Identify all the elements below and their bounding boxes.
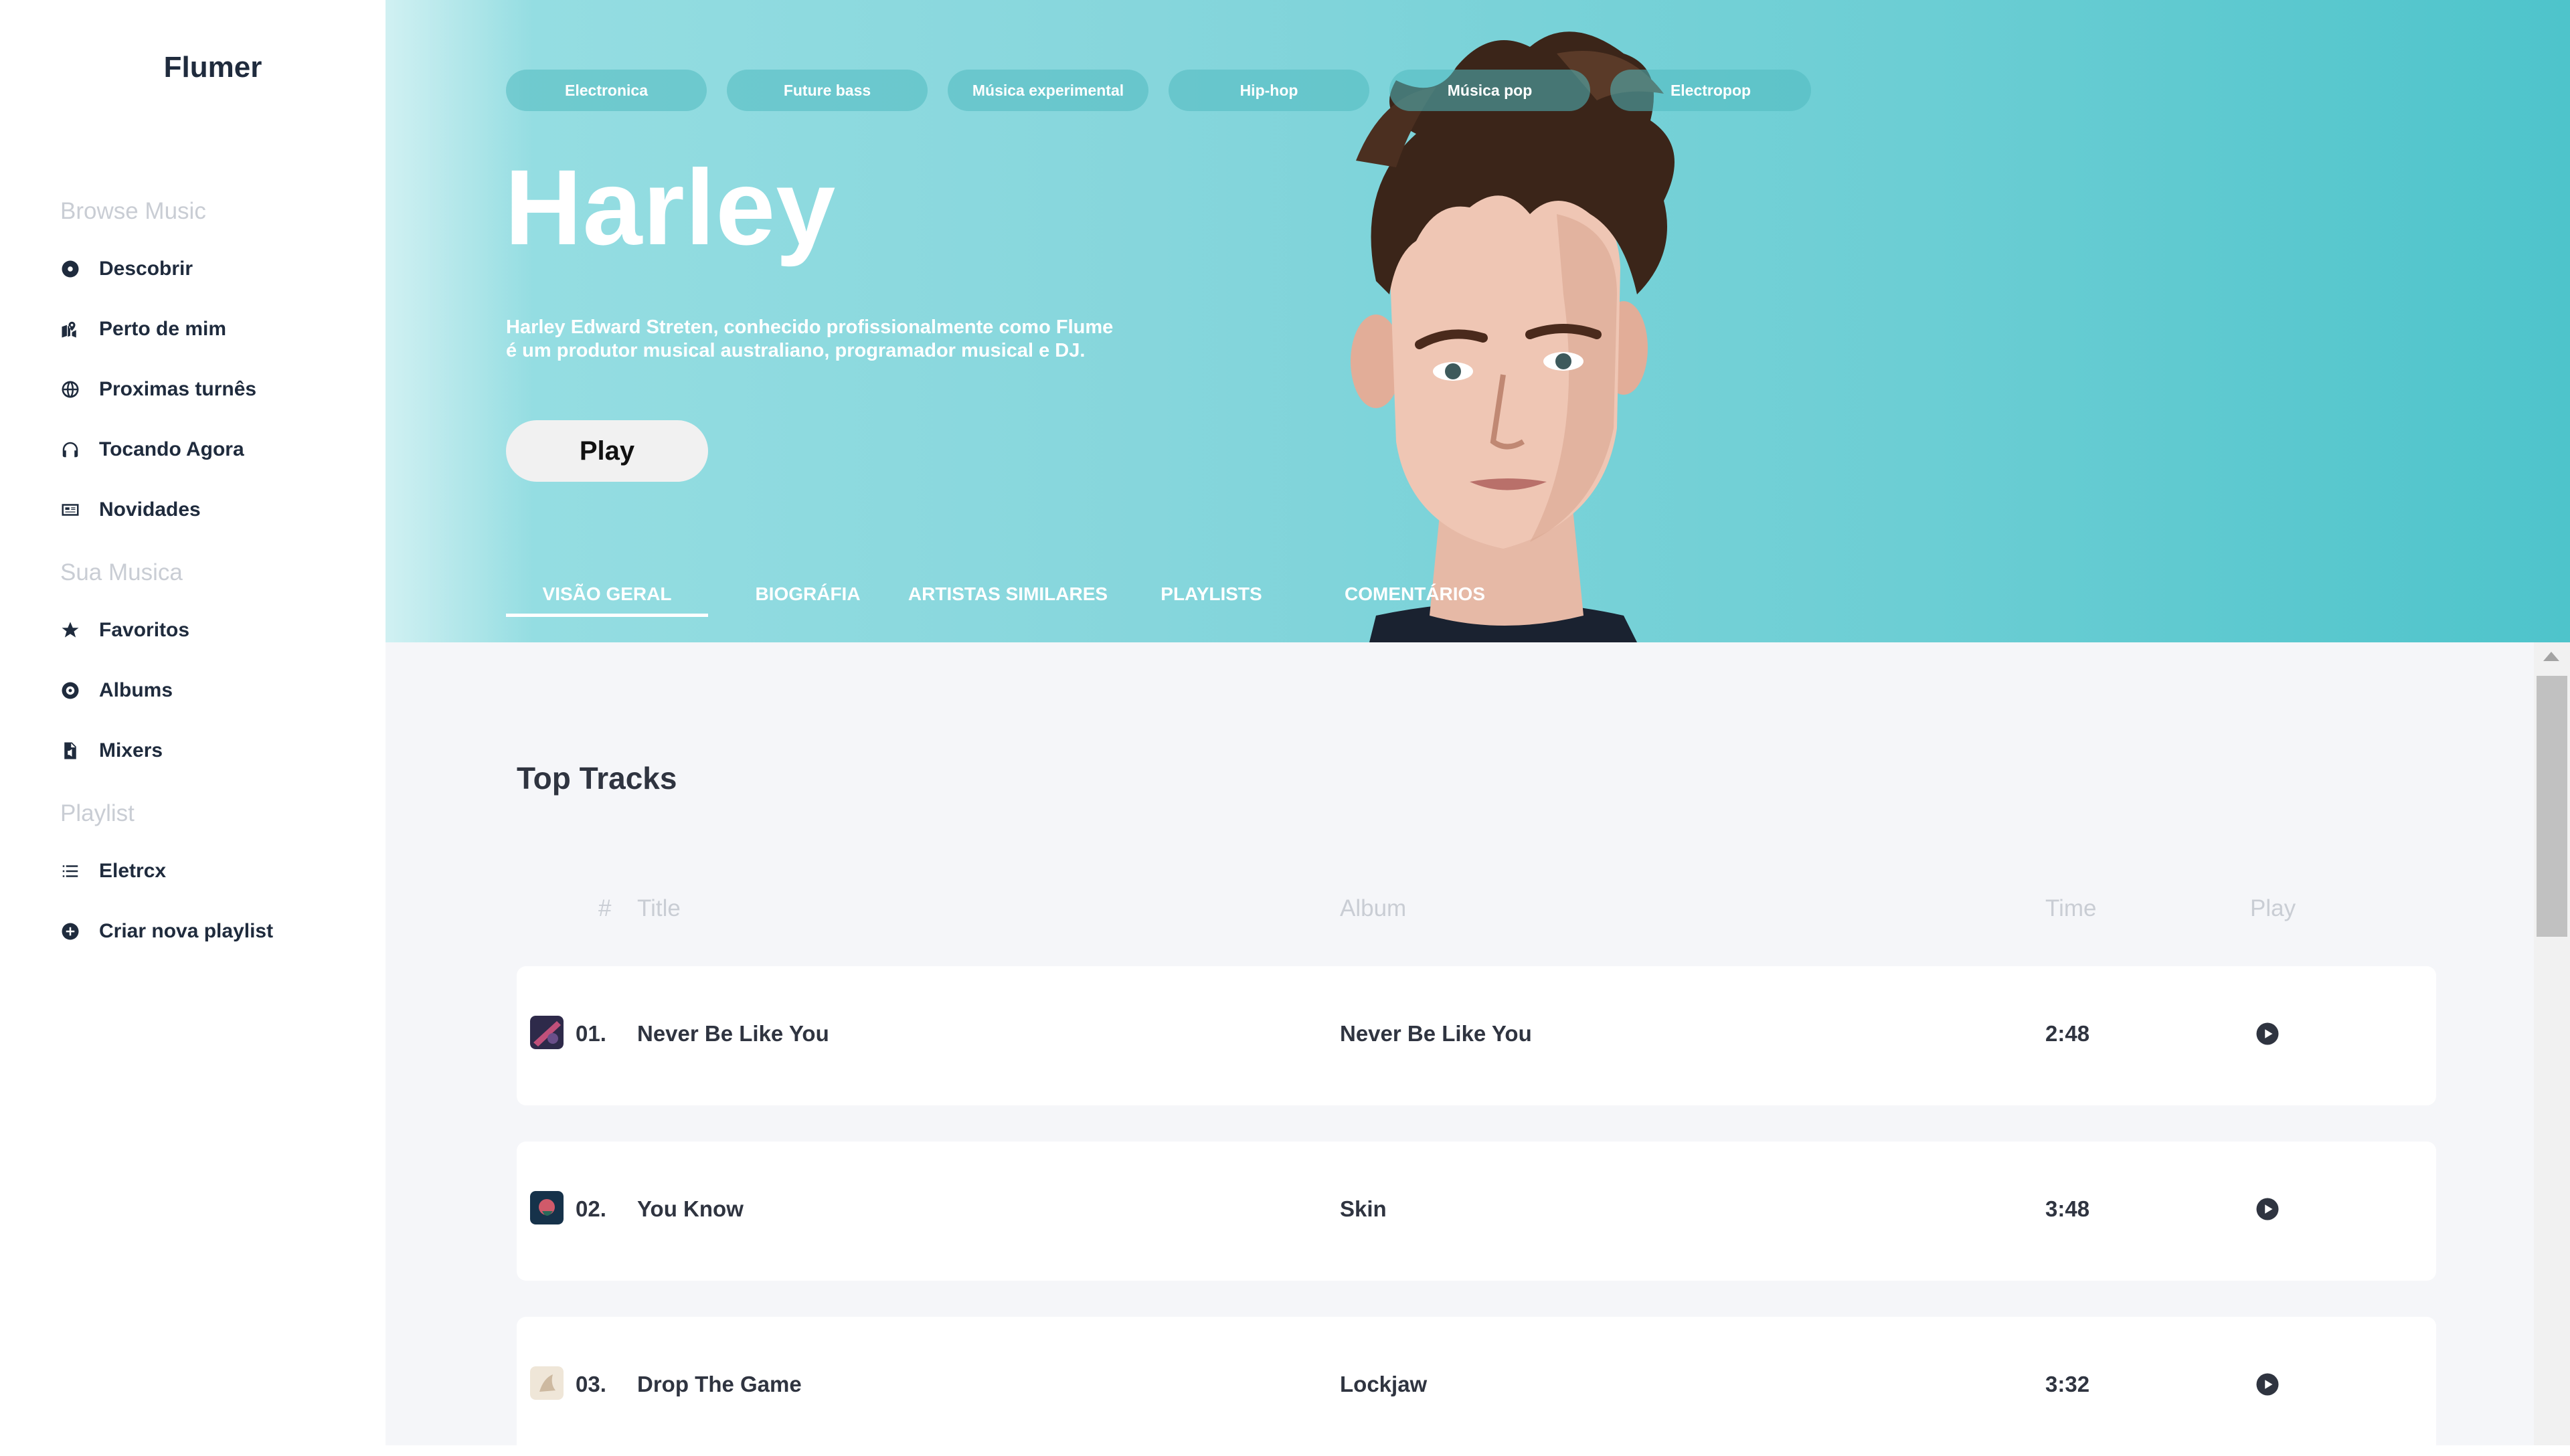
play-circle-icon[interactable] — [2255, 1372, 2280, 1396]
nav-label: Criar nova playlist — [99, 920, 274, 942]
nav-item-novidades[interactable]: Novidades — [60, 490, 201, 530]
track-album[interactable]: Never Be Like You — [1340, 1021, 1532, 1046]
nav-item-descobrir[interactable]: Descobrir — [60, 249, 193, 289]
newspaper-icon — [60, 500, 80, 520]
column-header-title: Title — [637, 895, 681, 921]
record-icon — [60, 680, 80, 701]
section-browse-music: Browse Music — [60, 198, 206, 224]
scroll-up-arrow-icon[interactable] — [2543, 652, 2559, 661]
artist-bio: Harley Edward Streten, conhecido profiss… — [506, 316, 1175, 363]
nav-item-favoritos[interactable]: Favoritos — [60, 610, 189, 650]
album-thumbnail — [530, 1366, 564, 1400]
column-header-time: Time — [2045, 895, 2097, 921]
track-number: 03. — [576, 1372, 606, 1396]
artist-tabs: VISÃO GERAL BIOGRÁFIA ARTISTAS SIMILARES… — [506, 579, 1515, 617]
genre-tag[interactable]: Electropop — [1610, 70, 1811, 111]
nav-label: Albums — [99, 679, 173, 701]
star-icon — [60, 620, 80, 640]
track-time: 2:48 — [2045, 1021, 2090, 1046]
map-icon — [60, 319, 80, 339]
nav-item-albums[interactable]: Albums — [60, 670, 173, 711]
nav-label: Proximas turnês — [99, 378, 257, 400]
plus-circle-icon — [60, 921, 80, 941]
genre-tag[interactable]: Música experimental — [948, 70, 1148, 111]
genre-tag[interactable]: Música pop — [1389, 70, 1590, 111]
scrollbar[interactable] — [2534, 642, 2570, 1445]
track-row[interactable]: 03. Drop The Game Lockjaw 3:32 — [517, 1317, 2436, 1456]
nav-item-proximas-turnes[interactable]: Proximas turnês — [60, 369, 256, 410]
nav-item-eletrcx[interactable]: Eletrcx — [60, 851, 166, 891]
section-sua-musica: Sua Musica — [60, 559, 183, 585]
headphones-icon — [60, 440, 80, 460]
tab-comentarios[interactable]: COMENTÁRIOS — [1314, 579, 1515, 617]
genre-tag[interactable]: Future bass — [727, 70, 928, 111]
track-title[interactable]: Never Be Like You — [637, 1021, 829, 1046]
bio-line: é um produtor musical australiano, progr… — [506, 340, 1086, 361]
nav-label: Perto de mim — [99, 318, 227, 340]
genre-tag[interactable]: Hip-hop — [1169, 70, 1369, 111]
album-thumbnail — [530, 1191, 564, 1224]
column-header-number: # — [598, 895, 612, 921]
globe-icon — [60, 379, 80, 399]
track-row[interactable]: 01. Never Be Like You Never Be Like You … — [517, 966, 2436, 1105]
nav-label: Eletrcx — [99, 860, 167, 882]
nav-label: Tocando Agora — [99, 438, 244, 460]
track-time: 3:32 — [2045, 1372, 2090, 1396]
column-header-play: Play — [2250, 895, 2296, 921]
track-number: 02. — [576, 1196, 606, 1221]
nav-item-perto-de-mim[interactable]: Perto de mim — [60, 309, 226, 349]
track-time: 3:48 — [2045, 1196, 2090, 1221]
scrollbar-thumb[interactable] — [2537, 676, 2567, 937]
play-circle-icon[interactable] — [2255, 1197, 2280, 1221]
file-audio-icon — [60, 741, 80, 761]
track-row[interactable]: 02. You Know Skin 3:48 — [517, 1142, 2436, 1281]
genre-tag[interactable]: Electronica — [506, 70, 707, 111]
play-button[interactable]: Play — [506, 420, 708, 482]
artist-hero: Electronica Future bass Música experimen… — [386, 0, 2570, 642]
nav-label: Novidades — [99, 498, 201, 521]
column-header-album: Album — [1340, 895, 1407, 921]
nav-item-mixers[interactable]: Mixers — [60, 731, 163, 771]
nav-item-criar-nova-playlist[interactable]: Criar nova playlist — [60, 911, 273, 951]
top-tracks-title: Top Tracks — [517, 761, 677, 796]
list-icon — [60, 861, 80, 881]
track-album[interactable]: Lockjaw — [1340, 1372, 1427, 1397]
tab-artistas-similares[interactable]: ARTISTAS SIMILARES — [908, 579, 1108, 617]
tab-biografia[interactable]: BIOGRÁFIA — [708, 579, 908, 617]
play-circle-icon[interactable] — [2255, 1022, 2280, 1046]
genre-tags: Electronica Future bass Música experimen… — [506, 70, 1831, 111]
tab-playlists[interactable]: PLAYLISTS — [1108, 579, 1314, 617]
sidebar: Flumer Browse Music Descobrir Perto de m… — [0, 0, 386, 1445]
artist-name: Harley — [505, 147, 837, 267]
app-logo[interactable]: Flumer — [0, 51, 426, 84]
nav-label: Descobrir — [99, 258, 193, 280]
nav-item-tocando-agora[interactable]: Tocando Agora — [60, 430, 244, 470]
disc-icon — [60, 259, 80, 279]
track-title[interactable]: You Know — [637, 1196, 744, 1222]
nav-label: Mixers — [99, 739, 163, 761]
section-playlist: Playlist — [60, 800, 135, 826]
track-title[interactable]: Drop The Game — [637, 1372, 802, 1397]
album-thumbnail — [530, 1016, 564, 1049]
nav-label: Favoritos — [99, 619, 190, 641]
bio-line: Harley Edward Streten, conhecido profiss… — [506, 316, 1114, 338]
track-album[interactable]: Skin — [1340, 1196, 1387, 1222]
track-number: 01. — [576, 1021, 606, 1046]
tab-visao-geral[interactable]: VISÃO GERAL — [506, 579, 708, 617]
main-content: Top Tracks # Title Album Time Play 01. N… — [386, 642, 2570, 1456]
